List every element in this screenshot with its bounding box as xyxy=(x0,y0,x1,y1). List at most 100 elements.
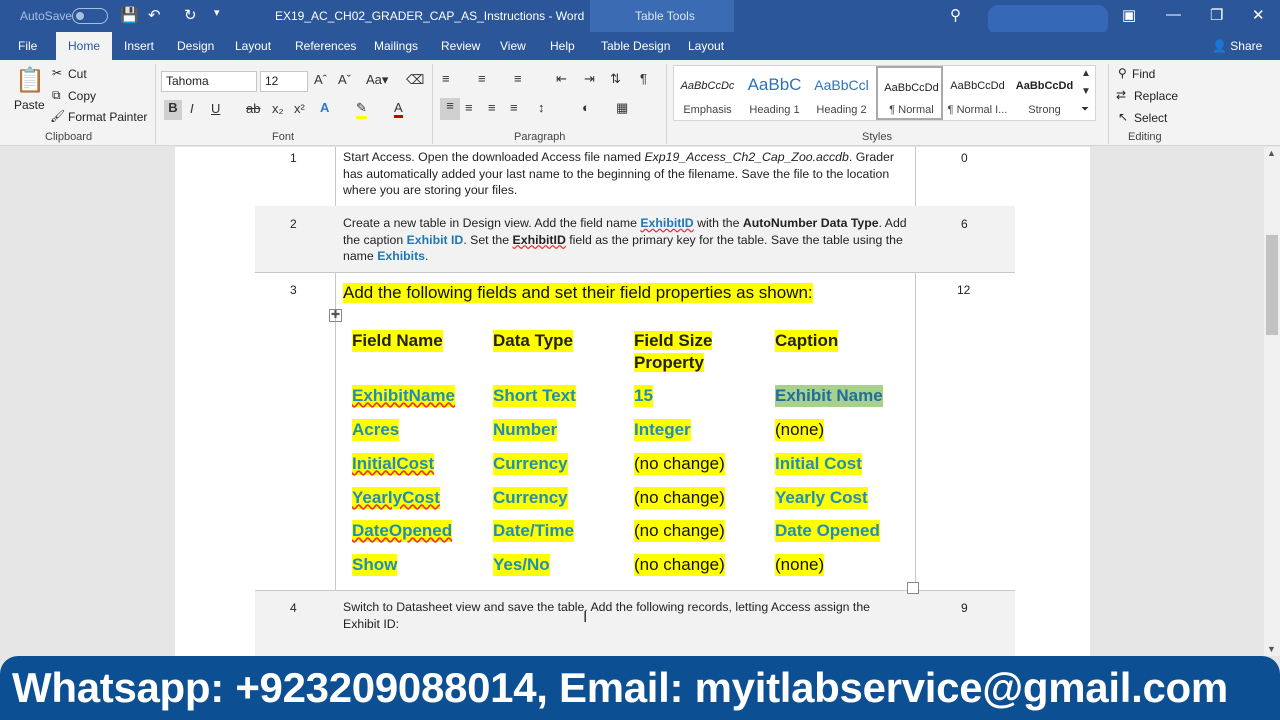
change-case-icon[interactable]: Aa▾ xyxy=(366,72,388,88)
style-emphasis[interactable]: AaBbCcDc Emphasis xyxy=(674,66,741,120)
clear-formatting-icon[interactable]: ⌫ xyxy=(406,72,424,88)
ribbon-display-icon[interactable]: ▣ xyxy=(1122,6,1136,24)
styles-gallery: AaBbCcDc Emphasis AaBbC Heading 1 AaBbCcl H… xyxy=(673,65,1096,121)
tab-file[interactable]: File xyxy=(18,39,37,53)
share-button[interactable]: 👤 Share xyxy=(1212,39,1262,53)
redo-icon[interactable]: ↻ xyxy=(184,6,197,24)
vertical-scrollbar[interactable]: ▲ ▼ xyxy=(1264,147,1280,656)
table-row-line xyxy=(255,272,1015,273)
increase-indent-icon[interactable]: ⇥ xyxy=(584,71,595,87)
superscript-icon[interactable]: x² xyxy=(294,101,305,116)
table-move-handle-icon[interactable]: ✚ xyxy=(329,309,342,322)
search-icon[interactable]: ⚲ xyxy=(950,6,961,24)
scroll-down-icon[interactable]: ▼ xyxy=(1267,644,1276,654)
multilevel-list-icon[interactable]: ≡ xyxy=(514,71,522,86)
numbering-icon[interactable]: ≡ xyxy=(478,71,486,86)
style-preview: AaBbCcDd xyxy=(1015,80,1074,92)
style-heading-1[interactable]: AaBbC Heading 1 xyxy=(741,66,808,120)
font-name-combo[interactable]: Tahoma xyxy=(161,71,257,92)
scroll-thumb[interactable] xyxy=(1266,235,1278,335)
replace-button[interactable]: Replace xyxy=(1134,89,1178,103)
tab-view[interactable]: View xyxy=(500,39,526,53)
replace-icon[interactable]: ⇄ xyxy=(1116,88,1126,102)
text-effects-icon[interactable]: A xyxy=(320,100,329,115)
styles-scroll-up-icon[interactable]: ▲ xyxy=(1081,68,1091,79)
tab-home[interactable]: Home xyxy=(56,32,113,60)
bold-icon[interactable]: B xyxy=(164,100,182,120)
format-painter-button[interactable]: Format Painter xyxy=(68,110,147,124)
copy-button[interactable]: Copy xyxy=(68,89,96,103)
paste-icon[interactable]: 📋 xyxy=(15,66,45,95)
tab-insert[interactable]: Insert xyxy=(124,39,154,53)
tab-layout[interactable]: Layout xyxy=(235,39,271,53)
highlight-icon[interactable]: ✎ xyxy=(356,100,367,119)
tab-table-layout[interactable]: Layout xyxy=(688,39,724,53)
show-formatting-icon[interactable]: ¶ xyxy=(640,71,647,86)
styles-scroll-down-icon[interactable]: ▼ xyxy=(1081,86,1091,97)
minimize-icon[interactable]: — xyxy=(1166,6,1181,23)
select-button[interactable]: Select xyxy=(1134,111,1167,125)
align-center-icon[interactable]: ≡ xyxy=(465,100,473,115)
styles-group-label: Styles xyxy=(862,131,892,143)
customize-qat-icon[interactable]: ▾ xyxy=(214,6,220,19)
account-area[interactable] xyxy=(988,5,1108,35)
align-right-icon[interactable]: ≡ xyxy=(488,100,496,115)
grow-font-icon[interactable]: Aˆ xyxy=(314,72,327,87)
style-strong[interactable]: AaBbCcDd Strong xyxy=(1011,66,1078,120)
strikethrough-icon[interactable]: ab xyxy=(246,101,260,116)
find-button[interactable]: Find xyxy=(1132,67,1155,81)
tab-help[interactable]: Help xyxy=(550,39,575,53)
bullets-icon[interactable]: ≡ xyxy=(442,71,450,86)
document-area: 1 0 Start Access. Open the downloaded Ac… xyxy=(0,147,1264,656)
step-4-text: Switch to Datasheet view and save the ta… xyxy=(343,600,871,631)
field-size-cell: (no change) xyxy=(634,453,725,475)
shrink-font-icon[interactable]: Aˇ xyxy=(338,72,351,87)
font-size-combo[interactable]: 12 xyxy=(260,71,308,92)
field-header: Field Name xyxy=(352,330,443,352)
line-spacing-icon[interactable]: ↕ xyxy=(538,100,545,115)
tab-review[interactable]: Review xyxy=(441,39,480,53)
style-normal[interactable]: AaBbCcDd ¶ Normal xyxy=(876,66,943,120)
style-normal-indent[interactable]: AaBbCcDd ¶ Normal I... xyxy=(944,66,1011,120)
justify-icon[interactable]: ≡ xyxy=(510,100,518,115)
subscript-icon[interactable]: x₂ xyxy=(272,101,284,116)
underline-icon[interactable]: U xyxy=(211,101,220,116)
style-heading-2[interactable]: AaBbCcl Heading 2 xyxy=(808,66,875,120)
decrease-indent-icon[interactable]: ⇤ xyxy=(556,71,567,87)
tab-references[interactable]: References xyxy=(295,39,356,53)
editing-group-label: Editing xyxy=(1128,131,1162,143)
caption-cell: Yearly Cost xyxy=(775,487,868,509)
tab-design[interactable]: Design xyxy=(177,39,214,53)
cut-icon[interactable]: ✂ xyxy=(52,66,62,80)
scroll-up-icon[interactable]: ▲ xyxy=(1267,148,1276,158)
tab-mailings[interactable]: Mailings xyxy=(374,39,418,53)
table-resize-handle[interactable] xyxy=(907,582,919,594)
italic-icon[interactable]: I xyxy=(190,101,194,116)
find-icon[interactable]: ⚲ xyxy=(1118,66,1127,80)
borders-icon[interactable]: ▦ xyxy=(616,100,628,116)
field-header: Data Type xyxy=(493,330,573,352)
undo-icon[interactable]: ↶ xyxy=(148,6,161,24)
styles-more-icon[interactable]: ⏷ xyxy=(1081,104,1089,115)
document-title: EX19_AC_CH02_GRADER_CAP_AS_Instructions … xyxy=(275,9,585,23)
tab-table-design[interactable]: Table Design xyxy=(601,39,670,53)
field-name-cell: YearlyCost xyxy=(352,487,440,509)
field-size-cell: Integer xyxy=(634,419,691,441)
sort-icon[interactable]: ⇅ xyxy=(610,71,621,87)
paste-button[interactable]: Paste xyxy=(14,98,45,112)
select-icon[interactable]: ↖ xyxy=(1118,110,1128,124)
cut-button[interactable]: Cut xyxy=(68,67,87,81)
autosave-toggle[interactable] xyxy=(72,8,108,24)
font-color-icon[interactable]: A xyxy=(394,100,403,118)
format-painter-icon[interactable]: 🖌 xyxy=(50,109,65,123)
save-icon[interactable]: 💾 xyxy=(120,6,139,24)
copy-icon[interactable]: ⧉ xyxy=(52,88,61,103)
maximize-icon[interactable]: ❐ xyxy=(1210,6,1223,24)
document-page[interactable]: 1 0 Start Access. Open the downloaded Ac… xyxy=(175,147,1090,656)
close-icon[interactable]: ✕ xyxy=(1252,6,1265,24)
step-number: 2 xyxy=(290,217,297,231)
separator xyxy=(666,64,667,144)
align-left-icon[interactable]: ≡ xyxy=(440,98,460,120)
data-type-cell: Yes/No xyxy=(493,554,550,576)
shading-icon[interactable]: ◐ xyxy=(582,100,590,115)
